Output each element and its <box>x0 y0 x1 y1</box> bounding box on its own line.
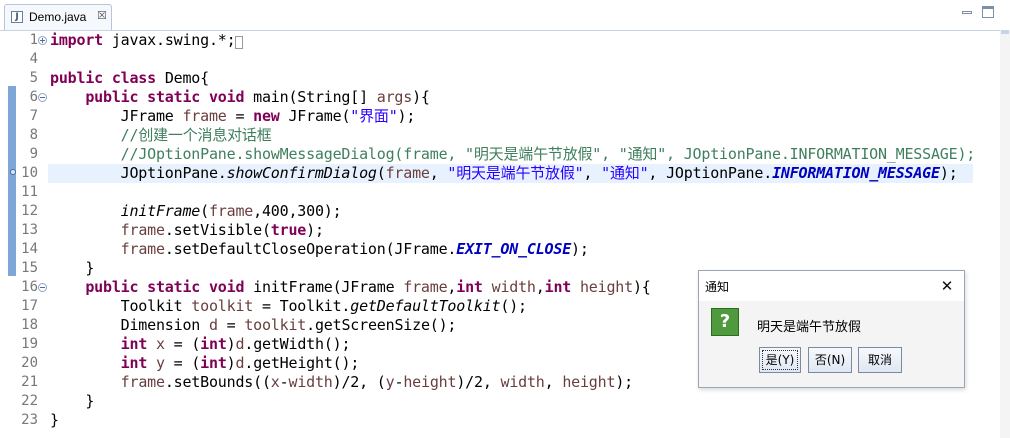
code-text: int y = (int)d.getHeight(); <box>120 354 360 372</box>
expand-fold-icon[interactable] <box>38 36 47 45</box>
code-text: frame.setVisible(true); <box>120 221 324 239</box>
dialog-title: 通知 <box>705 280 730 294</box>
code-text: public static void main(String[] args){ <box>85 88 430 106</box>
no-button[interactable]: 否(N) <box>808 347 852 373</box>
collapse-fold-icon[interactable] <box>38 283 47 292</box>
code-line[interactable]: 14 frame.setDefaultCloseOperation(JFrame… <box>0 240 1000 259</box>
code-text: int x = (int)d.getWidth(); <box>120 335 351 353</box>
line-number: 13 <box>21 222 38 238</box>
close-icon[interactable]: ✕ <box>937 276 957 296</box>
code-line[interactable]: 13 frame.setVisible(true); <box>0 221 1000 240</box>
collapse-fold-icon[interactable] <box>38 93 47 102</box>
code-line[interactable]: 9 //JOptionPane.showMessageDialog(frame,… <box>0 145 1000 164</box>
code-text: //JOptionPane.showMessageDialog(frame, "… <box>120 145 976 163</box>
code-text: JOptionPane.showConfirmDialog(frame, "明天… <box>50 164 958 182</box>
code-line[interactable]: 10 JOptionPane.showConfirmDialog(frame, … <box>0 164 1000 183</box>
code-line[interactable]: 12 initFrame(frame,400,300); <box>0 202 1000 221</box>
line-number: 17 <box>21 298 38 314</box>
line-number: 9 <box>29 146 38 162</box>
maximize-icon[interactable] <box>982 6 994 18</box>
overview-ruler[interactable] <box>1000 30 1010 438</box>
java-file-icon: J <box>11 11 23 23</box>
code-text: //创建一个消息对话框 <box>120 126 272 144</box>
code-line[interactable]: 7 JFrame frame = new JFrame("界面"); <box>0 107 1000 126</box>
line-number: 19 <box>21 336 38 352</box>
line-number: 16 <box>21 279 38 295</box>
line-number: 1 <box>29 32 38 48</box>
yes-button[interactable]: 是(Y) <box>759 347 801 373</box>
tab-title: Demo.java <box>29 10 87 24</box>
cancel-button[interactable]: 取消 <box>858 347 902 373</box>
question-icon: ? <box>711 308 739 336</box>
tab-close-icon[interactable]: ☒ <box>97 9 107 22</box>
line-number: 10 <box>21 165 38 181</box>
occurrence-marker-icon <box>10 169 16 175</box>
line-number: 11 <box>21 184 38 200</box>
line-number: 22 <box>21 393 38 409</box>
ruler-mark <box>1001 30 1009 34</box>
code-line[interactable]: 11 <box>0 183 1000 202</box>
line-number: 7 <box>29 108 38 124</box>
code-line[interactable]: 6 public static void main(String[] args)… <box>0 88 1000 107</box>
line-number: 20 <box>21 355 38 371</box>
code-line[interactable]: 23} <box>0 411 1000 430</box>
code-text: } <box>50 411 59 429</box>
line-number: 21 <box>21 374 38 390</box>
line-number: 23 <box>21 412 38 428</box>
line-number: 18 <box>21 317 38 333</box>
minimize-icon[interactable] <box>960 6 974 18</box>
editor-tabbar: J Demo.java ☒ <box>0 0 1010 31</box>
line-number: 12 <box>21 203 38 219</box>
code-text: public class Demo{ <box>50 69 209 87</box>
confirm-dialog: 通知 ✕ ? 明天是端午节放假 是(Y) 否(N) 取消 <box>698 270 965 388</box>
code-text: } <box>50 392 95 410</box>
line-number: 14 <box>21 241 38 257</box>
code-line[interactable]: 5 public class Demo{ <box>0 69 1000 88</box>
line-number: 4 <box>29 51 38 67</box>
dialog-message: 明天是端午节放假 <box>757 320 862 335</box>
line-number: 15 <box>21 260 38 276</box>
code-text: Dimension d = toolkit.getScreenSize(); <box>50 316 457 334</box>
line-number: 6 <box>29 89 38 105</box>
code-line[interactable]: 8 //创建一个消息对话框 <box>0 126 1000 145</box>
dialog-titlebar[interactable]: 通知 ✕ <box>699 271 964 301</box>
code-text: JFrame frame = new JFrame("界面"); <box>50 107 416 125</box>
code-text: } <box>50 259 95 277</box>
code-text: frame.setDefaultCloseOperation(JFrame.EX… <box>120 240 589 258</box>
code-line[interactable]: 22 } <box>0 392 1000 411</box>
code-line[interactable]: 1 import javax.swing.*; <box>0 31 1000 50</box>
line-number: 8 <box>29 127 38 143</box>
code-text: public static void initFrame(JFrame fram… <box>85 278 651 296</box>
code-line[interactable]: 4 <box>0 50 1000 69</box>
code-text: Toolkit toolkit = Toolkit.getDefaultTool… <box>50 297 527 315</box>
tab-demo-java[interactable]: J Demo.java ☒ <box>4 4 112 30</box>
code-text: initFrame(frame,400,300); <box>120 202 342 220</box>
code-text: import javax.swing.*; <box>50 31 244 52</box>
code-text: frame.setBounds((x-width)/2, (y-height)/… <box>120 373 634 391</box>
line-number: 5 <box>29 70 38 86</box>
